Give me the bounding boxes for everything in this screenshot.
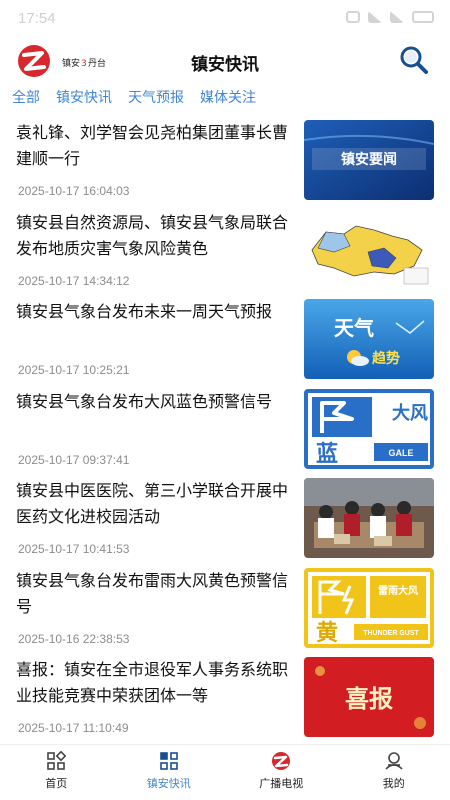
news-item[interactable]: 袁礼锋、刘学智会见尧柏集团董事长曹建顺一行 2025-10-17 16:04:0… <box>0 112 450 202</box>
nav-label: 广播电视 <box>259 777 304 790</box>
profile-icon <box>385 752 403 770</box>
nav-home[interactable]: 首页 <box>0 745 113 800</box>
bottom-nav: 首页 镇安快讯 广播电视 我的 <box>0 744 450 800</box>
news-thumbnail <box>304 209 434 290</box>
news-time: 2025-10-17 10:25:21 <box>18 363 130 377</box>
news-title: 镇安县自然资源局、镇安县气象局联合发布地质灾害气象风险黄色 <box>16 212 289 258</box>
wifi-icon <box>368 11 382 23</box>
news-title: 镇安县气象台发布雷雨大风黄色预警信号 <box>16 570 289 616</box>
news-thumbnail: 镇安要闻 <box>304 120 434 200</box>
search-icon <box>400 46 428 74</box>
thumb-label-2: 蓝 <box>316 442 338 467</box>
thumb-label-3: THUNDER GUST <box>363 630 419 637</box>
tab-weather[interactable]: 天气预报 <box>128 84 184 112</box>
thumb-label: 喜报 <box>345 684 393 713</box>
thumb-label: 大风 <box>392 402 428 424</box>
battery-icon <box>412 11 434 23</box>
page-title: 镇安快讯 <box>191 55 259 75</box>
search-button[interactable] <box>398 44 430 76</box>
tab-zhenan-news[interactable]: 镇安快讯 <box>56 84 112 112</box>
good-news-banner: 喜报 <box>304 657 434 737</box>
news-thumbnail: 雷雨大风 黄 THUNDER GUST <box>304 567 434 648</box>
risk-map-image <box>304 209 434 290</box>
thunder-gust-yellow-warning-icon: 雷雨大风 黄 THUNDER GUST <box>304 567 434 648</box>
nav-broadcast[interactable]: 广播电视 <box>225 745 338 800</box>
home-grid-icon <box>47 751 67 770</box>
signal-icon <box>390 11 404 23</box>
thumb-label-2: 黄 <box>316 621 338 646</box>
nfc-icon <box>346 11 360 23</box>
news-thumbnail: 大风 蓝 GALE <box>304 388 434 469</box>
thumb-label: 天气 <box>334 316 374 340</box>
nav-profile[interactable]: 我的 <box>338 745 450 800</box>
news-time: 2025-10-16 22:38:53 <box>18 631 130 646</box>
news-title: 喜报：镇安在全市退役军人事务系统职业技能竞赛中荣获团体一等 <box>16 660 289 705</box>
news-list: 袁礼锋、刘学智会见尧柏集团董事长曹建顺一行 2025-10-17 16:04:0… <box>0 112 450 744</box>
news-item[interactable]: 喜报：镇安在全市退役军人事务系统职业技能竞赛中荣获团体一等 2025-10-17… <box>0 649 450 739</box>
thumb-label-3: GALE <box>388 448 413 458</box>
news-item[interactable]: 镇安县自然资源局、镇安县气象局联合发布地质灾害气象风险黄色 2025-10-17… <box>0 202 450 292</box>
gale-blue-warning-icon: 大风 蓝 GALE <box>304 388 434 469</box>
news-title: 袁礼锋、刘学智会见尧柏集团董事长曹建顺一行 <box>16 123 289 168</box>
news-title: 镇安县气象台发布未来一周天气预报 <box>16 302 273 321</box>
news-thumbnail: 喜报 <box>304 657 434 737</box>
news-item[interactable]: 镇安县中医医院、第三小学联合开展中医药文化进校园活动 2025-10-17 10… <box>0 470 450 560</box>
news-thumbnail: 天气 趋势 <box>304 299 434 379</box>
news-item[interactable]: 镇安县气象台发布未来一周天气预报 2025-10-17 10:25:21 天气 … <box>0 291 450 381</box>
news-time: 2025-10-17 10:41:53 <box>18 542 130 556</box>
tab-all[interactable]: 全部 <box>12 84 40 112</box>
app-header: 镇安 3 丹台 镇安快讯 <box>0 38 450 82</box>
news-time: 2025-10-17 11:10:49 <box>18 721 129 735</box>
classroom-photo <box>304 478 434 558</box>
news-item[interactable]: 镇安县气象台发布雷雨大风黄色预警信号 2025-10-16 22:38:53 雷… <box>0 560 450 650</box>
news-time: 2025-10-17 09:37:41 <box>18 452 130 467</box>
news-item[interactable]: 镇安县气象台发布大风蓝色预警信号 2025-10-17 09:37:41 大风 … <box>0 381 450 471</box>
tab-media[interactable]: 媒体关注 <box>200 84 256 112</box>
news-title: 镇安县中医医院、第三小学联合开展中医药文化进校园活动 <box>16 481 289 526</box>
news-title: 镇安县气象台发布大风蓝色预警信号 <box>16 391 273 411</box>
nav-label: 镇安快讯 <box>146 777 191 790</box>
news-grid-icon <box>159 752 178 770</box>
status-icons <box>346 11 434 23</box>
thumb-label-2: 趋势 <box>372 350 400 367</box>
status-bar: 17:54 <box>0 0 450 38</box>
thumb-label: 雷雨大风 <box>378 584 418 597</box>
news-thumbnail <box>304 478 434 558</box>
thumb-label: 镇安要闻 <box>341 151 397 168</box>
nav-label: 我的 <box>382 777 405 790</box>
nav-label: 首页 <box>45 777 68 790</box>
broadcast-logo-icon <box>272 752 291 770</box>
news-time: 2025-10-17 14:34:12 <box>18 273 130 288</box>
news-time: 2025-10-17 16:04:03 <box>18 184 130 198</box>
nav-news[interactable]: 镇安快讯 <box>113 745 226 800</box>
category-tabs: 全部 镇安快讯 天气预报 媒体关注 <box>0 84 450 112</box>
status-time: 17:54 <box>18 10 56 27</box>
